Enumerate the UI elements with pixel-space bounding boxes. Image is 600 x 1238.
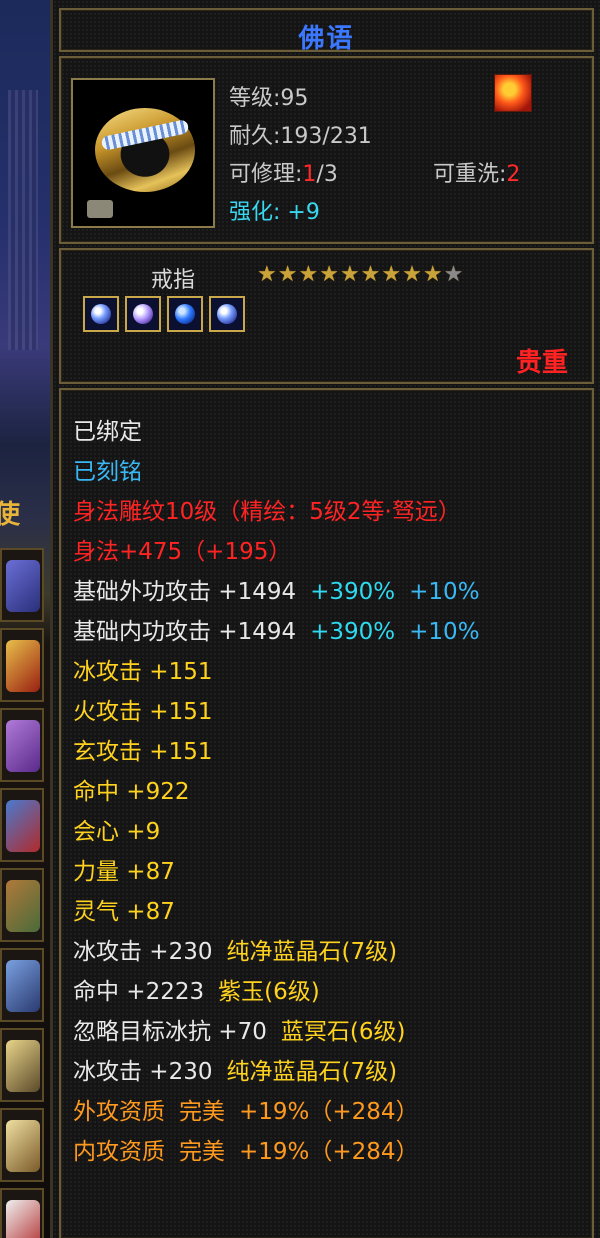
- attribute-part: +10%: [409, 619, 480, 645]
- attribute-row: 玄攻击 +151: [73, 739, 213, 765]
- attribute-part: 忽略目标冰抗 +70: [73, 1019, 267, 1045]
- attribute-part: 内攻资质: [73, 1139, 165, 1165]
- star-filled-icon: ★: [360, 262, 382, 287]
- attribute-part: 完美: [179, 1099, 225, 1125]
- star-filled-icon: ★: [422, 262, 444, 287]
- bound-lock-icon: [87, 200, 113, 218]
- item-header: 等级:95 耐久:193/231 可修理:1/3 可重洗:2 强化: +9: [59, 56, 594, 244]
- enhance-level: 强化: +9: [229, 200, 320, 225]
- item-icon-frame: [71, 78, 215, 228]
- rewash-value: 2: [506, 162, 521, 187]
- equipment-slot[interactable]: [0, 788, 44, 862]
- diamond-gem-icon: [83, 296, 119, 332]
- building-pillar: [8, 90, 38, 350]
- blue-gem-icon: [167, 296, 203, 332]
- rarity-label: 贵重: [515, 348, 568, 378]
- background-sign: 使: [0, 500, 23, 530]
- rewash-label: 可重洗:: [433, 162, 507, 187]
- attribute-row: 已刻铭: [73, 459, 142, 485]
- attribute-row: 火攻击 +151: [73, 699, 213, 725]
- equipment-slot[interactable]: [0, 548, 44, 622]
- item-durability: 耐久:193/231: [229, 124, 372, 149]
- attribute-part: +10%: [409, 579, 480, 605]
- attribute-row: 基础外功攻击 +1494 +390% +10%: [73, 572, 480, 612]
- repairable-value: 1: [302, 162, 317, 187]
- item-tooltip: 佛语 等级:95 耐久:193/231 可修理:1/3 可重洗:2 强化: +9…: [50, 0, 600, 1238]
- game-background: 使: [0, 0, 50, 1238]
- attribute-row: 力量 +87: [73, 859, 175, 885]
- item-summary: 戒指 ★★★★★★★★★★ 贵重: [59, 248, 594, 384]
- attribute-part: 命中 +2223: [73, 979, 205, 1005]
- attribute-row: 内攻资质 完美 +19%（+284）: [73, 1132, 480, 1172]
- equipment-slot[interactable]: [0, 948, 44, 1022]
- attribute-row: 命中 +2223 紫玉(6级): [73, 972, 480, 1012]
- equipment-slot[interactable]: [0, 708, 44, 782]
- attribute-part: 基础外功攻击 +1494: [73, 579, 297, 605]
- diamond-gem-icon: [209, 296, 245, 332]
- attribute-row: 身法雕纹10级（精绘：5级2等·驽远）: [73, 499, 461, 525]
- purple-gem-icon: [125, 296, 161, 332]
- attribute-part: +19%（+284）: [239, 1099, 419, 1125]
- star-filled-icon: ★: [298, 262, 320, 287]
- attribute-part: 完美: [179, 1139, 225, 1165]
- attribute-row: 冰攻击 +230 纯净蓝晶石(7级): [73, 1052, 480, 1092]
- star-empty-icon: ★: [443, 262, 465, 287]
- rewash-count: 可重洗:2: [433, 156, 520, 188]
- star-filled-icon: ★: [277, 262, 299, 287]
- attribute-part: +390%: [310, 579, 396, 605]
- star-filled-icon: ★: [339, 262, 361, 287]
- attribute-row: 已绑定: [73, 419, 142, 445]
- star-filled-icon: ★: [257, 262, 278, 287]
- equipment-slot[interactable]: [0, 628, 44, 702]
- socket-gems: [83, 296, 245, 332]
- attribute-row: 冰攻击 +151: [73, 659, 213, 685]
- repairable-label: 可修理:: [229, 162, 303, 187]
- repairable-count: 可修理:1/3: [229, 156, 338, 188]
- star-filled-icon: ★: [319, 262, 340, 287]
- attribute-part: 蓝冥石(6级): [280, 1019, 406, 1045]
- attribute-row: 命中 +922: [73, 779, 190, 805]
- star-rating: ★★★★★★★★★★: [257, 262, 464, 287]
- star-filled-icon: ★: [381, 262, 403, 287]
- equipment-slot[interactable]: [0, 1188, 44, 1238]
- attribute-row: 会心 +9: [73, 819, 161, 845]
- repairable-max: /3: [316, 162, 338, 187]
- equipment-slot[interactable]: [0, 868, 44, 942]
- title-bar: 佛语: [59, 8, 594, 54]
- attribute-row: 基础内功攻击 +1494 +390% +10%: [73, 612, 480, 652]
- attribute-list-box: 已绑定已刻铭身法雕纹10级（精绘：5级2等·驽远） 身法+475（+195） 基础外…: [59, 388, 594, 1238]
- item-name: 佛语: [298, 24, 355, 54]
- attribute-part: 冰攻击 +230: [73, 1059, 213, 1085]
- attribute-part: 冰攻击 +230: [73, 939, 213, 965]
- attribute-part: 纯净蓝晶石(7级): [226, 939, 398, 965]
- attribute-list: 已绑定已刻铭身法雕纹10级（精绘：5级2等·驽远） 身法+475（+195） 基础外…: [73, 412, 480, 1172]
- attribute-part: 基础内功攻击 +1494: [73, 619, 297, 645]
- attribute-row: 身法+475（+195）: [73, 539, 292, 565]
- attribute-part: 外攻资质: [73, 1099, 165, 1125]
- equipment-slot[interactable]: [0, 1108, 44, 1182]
- item-type: 戒指: [151, 268, 196, 293]
- attribute-part: +390%: [310, 619, 396, 645]
- attribute-part: 纯净蓝晶石(7级): [226, 1059, 398, 1085]
- attribute-part: +19%（+284）: [239, 1139, 419, 1165]
- item-level: 等级:95: [229, 86, 309, 111]
- attribute-row: 冰攻击 +230 纯净蓝晶石(7级): [73, 932, 480, 972]
- attribute-row: 灵气 +87: [73, 899, 175, 925]
- attribute-part: 紫玉(6级): [218, 979, 320, 1005]
- attribute-row: 外攻资质 完美 +19%（+284）: [73, 1092, 480, 1132]
- equipment-slot[interactable]: [0, 1028, 44, 1102]
- attribute-row: 忽略目标冰抗 +70 蓝冥石(6级): [73, 1012, 480, 1052]
- fire-emblem-icon: [494, 74, 532, 112]
- star-filled-icon: ★: [402, 262, 423, 287]
